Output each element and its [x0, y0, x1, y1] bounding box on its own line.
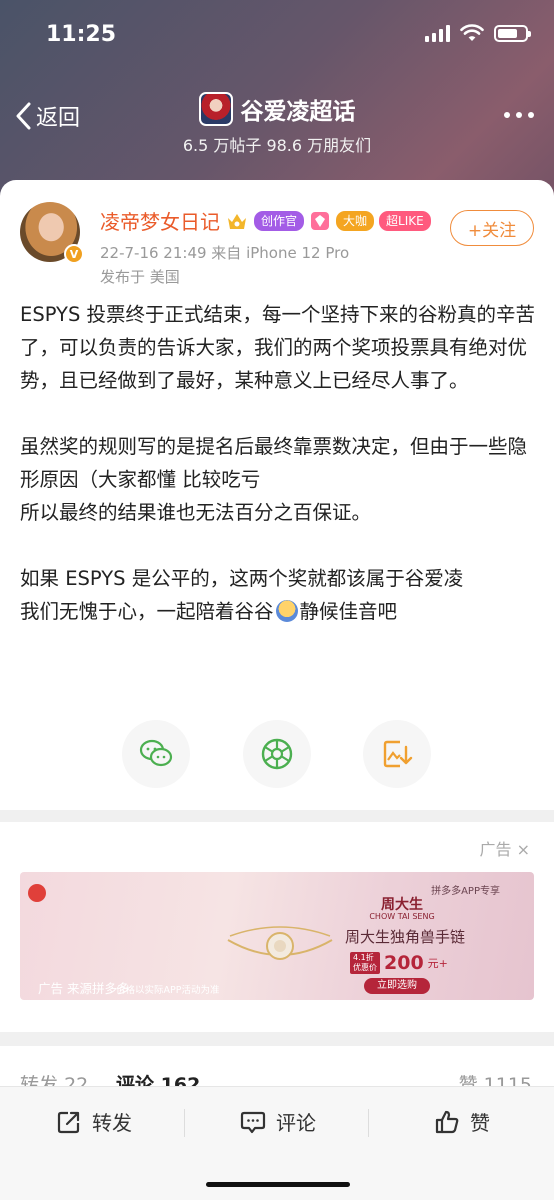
save-image-share-button[interactable]: [363, 720, 431, 788]
praying-emoji-icon: [275, 600, 298, 622]
follow-button[interactable]: +关注: [450, 210, 534, 246]
post-card: V 凌帝梦女日记 创作官 大咖 超LIKE +关注 22-7-16 21:49 …: [0, 180, 554, 810]
comment-button[interactable]: 评论: [240, 1107, 316, 1136]
nav-bar: 返回 谷爱凌超话 6.5 万帖子 98.6 万朋友们: [0, 86, 554, 166]
ad-brand-en: CHOW TAI SENG: [369, 912, 435, 921]
post-body: ESPYS 投票终于正式结束，每一个坚持下来的谷粉真的辛苦了，可以负责的告诉大家…: [20, 298, 536, 628]
ad-label[interactable]: 广告 ×: [479, 836, 530, 860]
more-dot-icon: [516, 112, 522, 118]
topic-title-row[interactable]: 谷爱凌超话: [0, 92, 554, 126]
topic-avatar: [198, 92, 233, 126]
moments-icon: [261, 738, 293, 770]
author-row: 凌帝梦女日记 创作官 大咖 超LIKE: [100, 206, 431, 235]
post-paragraph: 我们无愧于心，一起陪着谷谷 静候佳音吧: [20, 595, 536, 628]
ad-price-unit: 元+: [427, 957, 448, 970]
like-button[interactable]: 赞: [434, 1107, 490, 1136]
ad-label-text: 广告: [479, 840, 512, 859]
divider: [368, 1109, 369, 1137]
ad-price-tag-line: 4.1折: [353, 953, 374, 962]
topic-title: 谷爱凌超话: [240, 99, 356, 125]
ad-banner[interactable]: 拼多多APP专享 周大生 CHOW TAI SENG 周大生独角兽手链 4.1折…: [20, 872, 534, 1000]
repost-button[interactable]: 转发: [56, 1107, 132, 1136]
status-time: 11:25: [46, 22, 117, 47]
like-label: 赞: [470, 1111, 490, 1135]
verified-badge-icon: V: [64, 244, 84, 264]
repost-label: 转发: [92, 1111, 132, 1135]
post-paragraph: 如果 ESPYS 是公平的，这两个奖就都该属于谷爱凌: [20, 567, 464, 590]
home-indicator: [206, 1182, 350, 1187]
post-text-segment: 静候佳音吧: [299, 600, 398, 623]
diamond-level-icon: [311, 211, 330, 230]
save-image-icon: [383, 740, 413, 768]
post-text-segment: 我们无愧于心，一起陪着谷谷: [20, 600, 274, 623]
post-paragraph: 虽然奖的规则写的是提名后最终靠票数决定，但由于一些隐形原因（大家都懂 比较吃亏: [20, 435, 528, 491]
ad-product: 周大生独角兽手链: [344, 928, 465, 946]
author-avatar[interactable]: V: [20, 202, 84, 264]
author-name[interactable]: 凌帝梦女日记: [100, 206, 220, 235]
big-shot-badge: 大咖: [336, 210, 375, 231]
wifi-icon: [460, 24, 484, 41]
post-paragraph: ESPYS 投票终于正式结束，每一个坚持下来的谷粉真的辛苦了，可以负责的告诉大家…: [20, 303, 536, 392]
wechat-icon: [139, 739, 173, 767]
post-location: 发布于 美国: [100, 268, 180, 286]
comment-icon: [240, 1111, 266, 1133]
moments-share-button[interactable]: [243, 720, 311, 788]
ad-price: 200: [384, 952, 424, 974]
more-options-button[interactable]: [504, 112, 534, 118]
topic-stats: 6.5 万帖子 98.6 万朋友们: [182, 136, 372, 155]
status-bar: 11:25: [0, 0, 554, 70]
comment-label: 评论: [276, 1111, 316, 1135]
super-like-badge: 超LIKE: [379, 210, 431, 231]
ad-brand: 周大生: [381, 897, 423, 913]
ad-price-row: 4.1折 优惠价 200 元+: [350, 952, 448, 974]
post-time-source: 22-7-16 21:49 来自 iPhone 12 Pro: [100, 244, 350, 262]
battery-icon: [494, 24, 531, 42]
creator-badge: 创作官: [254, 210, 305, 231]
ad-price-tag: 4.1折 优惠价: [350, 952, 380, 974]
repost-icon: [57, 1111, 80, 1133]
divider: [184, 1109, 185, 1137]
share-row: [0, 720, 554, 790]
cellular-signal-icon: [425, 24, 450, 42]
pinduoduo-logo-icon: [28, 884, 46, 902]
status-icons: [425, 24, 531, 42]
close-icon[interactable]: ×: [517, 840, 530, 859]
thumbs-up-icon: [435, 1110, 459, 1133]
post-paragraph: 所以最终的结果谁也无法百分之百保证。: [20, 501, 372, 524]
ad-card: 广告 × 拼多多APP专享 周大生 CHOW TAI SENG 周大生独角兽手链…: [0, 822, 554, 1032]
more-dot-icon: [504, 112, 510, 118]
more-dot-icon: [528, 112, 534, 118]
member-crown-icon: [228, 213, 246, 229]
ad-buy-button[interactable]: 立即选购: [364, 978, 430, 994]
wechat-share-button[interactable]: [122, 720, 190, 788]
ad-price-tag-line: 优惠价: [353, 963, 377, 972]
ad-disclaimer: 价格以实际APP活动为准: [116, 985, 220, 996]
